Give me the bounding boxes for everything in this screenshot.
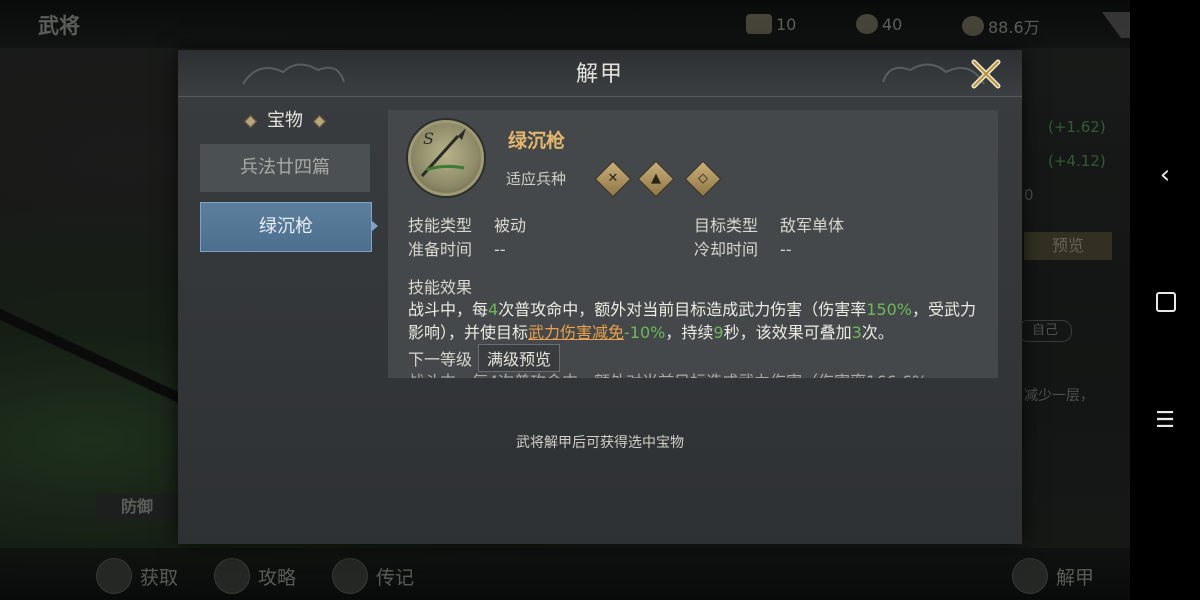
effect-number: -10% [624,323,666,342]
skill-type-label: 技能类型 [408,216,473,235]
adapt-label: 适应兵种 [506,170,567,188]
nav-back-icon[interactable]: ‹ [1130,160,1200,190]
skill-type: 技能类型 被动 [408,212,526,236]
effect-text: 战斗中，每 [408,300,489,319]
cooldown-label: 冷却时间 [694,240,759,259]
item-name: 绿沉枪 [508,130,566,152]
grade-badge: S [423,129,434,148]
item-detail-panel: S 绿沉枪 适应兵种 ✕ ▲ ◇ 技能类型 被动 目标类型 敌军单体 准备时间 -- … [388,110,998,378]
prep-time-label: 准备时间 [408,240,473,259]
tab-lvchenqiang[interactable]: 绿沉枪 [200,202,372,252]
effect-title: 技能效果 [408,278,473,297]
disarm-hint: 武将解甲后可获得选中宝物 [516,435,684,451]
archer-icon[interactable]: ◇ [684,160,722,198]
effect-number: 9 [713,323,724,342]
skill-type-value: 被动 [494,216,527,235]
category-text: 宝物 [267,110,303,131]
effect-text: 秒，该效果可叠加 [723,323,852,342]
tab-bingfa[interactable]: 兵法廿四篇 [200,144,370,192]
effect-text: ，持续 [665,323,714,342]
effect-number: 4 [488,300,499,319]
next-level-text: 战斗中，每4次普攻命中，额外对当前目标造成武力伤害（伤害率166.6% [408,368,927,378]
cavalry-icon[interactable]: ✕ [594,160,632,198]
next-level-label: 下一等级 [408,350,473,369]
effect-number: 150% [866,300,912,319]
spear-icon [420,128,466,178]
dialog-title: 解甲 [575,62,624,87]
target-type-label: 目标类型 [694,216,759,235]
effect-text: 次。 [861,323,894,342]
effect-number: 3 [851,323,862,342]
prep-time-value: -- [494,240,506,259]
prep-time: 准备时间 -- [408,236,506,260]
disarm-dialog: 解甲 宝物 兵法廿四篇 绿沉枪 S 绿沉枪 适应兵种 ✕ ▲ ◇ 技能类型 被动 … [178,50,1022,544]
category-label: 宝物 [200,106,370,132]
tab-pointer-icon [371,220,378,232]
dialog-header: 解甲 [178,50,1022,97]
close-icon[interactable] [968,56,1004,92]
cooldown-value: -- [780,240,792,259]
diamond-icon [244,114,257,128]
effect-text: 次普攻命中，额外对当前目标造成武力伤害（伤害率 [498,300,867,319]
shield-icon[interactable]: ▲ [637,160,675,198]
system-nav-bar: ‹ ☰ [1130,0,1200,600]
nav-menu-icon[interactable]: ☰ [1130,408,1200,433]
item-icon: S [408,120,484,196]
nav-home-icon[interactable] [1156,292,1176,312]
cooldown: 冷却时间 -- [694,236,792,260]
diamond-icon [313,114,326,128]
debuff-link[interactable]: 武力伤害减免 [528,323,624,342]
target-type-value: 敌军单体 [780,216,845,235]
effect-description: 战斗中，每4次普攻命中，额外对当前目标造成武力伤害（伤害率150%，受武力影响）… [408,298,982,344]
target-type: 目标类型 敌军单体 [694,212,844,236]
